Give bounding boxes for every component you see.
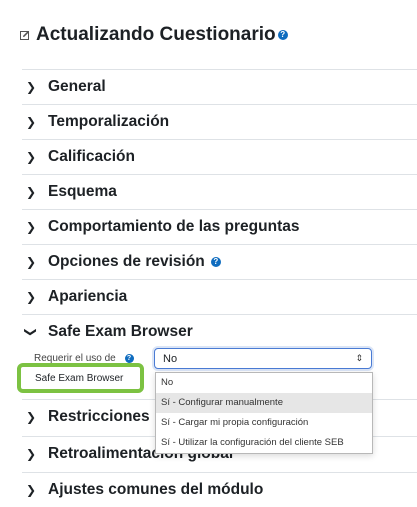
edit-icon [20,30,30,40]
chevron-right-icon: ❯ [25,290,37,304]
dropdown-option[interactable]: No [156,373,372,393]
select-arrows-icon: ⇕ [355,353,363,363]
highlight-label: Safe Exam Browser [35,372,124,384]
highlight-box: Safe Exam Browser [17,363,144,393]
chevron-right-icon: ❯ [25,220,37,234]
dropdown-option[interactable]: Sí - Configurar manualmente [156,393,372,413]
page-title-text: Actualizando Cuestionario [36,24,276,45]
chevron-right-icon: ❯ [25,255,37,269]
chevron-right-icon: ❯ [25,115,37,129]
page-title: Actualizando Cuestionario ? [20,24,288,46]
section-ajustes-comunes[interactable]: ❯ Ajustes comunes del módulo [22,472,417,507]
select-value: No [163,352,178,365]
section-label: Ajustes comunes del módulo [48,481,264,498]
section-label: Temporalización [48,113,170,130]
section-safe-exam-browser[interactable]: ❯ Safe Exam Browser [22,314,417,349]
section-esquema[interactable]: ❯ Esquema [22,174,417,209]
chevron-right-icon: ❯ [25,150,37,164]
seb-select[interactable]: No ⇕ [154,348,372,369]
section-label: Calificación [48,148,135,165]
section-label: Safe Exam Browser [48,323,193,340]
dropdown-option[interactable]: Sí - Utilizar la configuración del clien… [156,433,372,453]
seb-dropdown: No Sí - Configurar manualmente Sí - Carg… [155,372,373,454]
question-circle-icon[interactable]: ? [277,30,288,40]
chevron-right-icon: ❯ [25,185,37,199]
chevron-right-icon: ❯ [25,410,37,424]
section-opciones-revision[interactable]: ❯ Opciones de revisión ? [22,244,417,279]
section-temporalizacion[interactable]: ❯ Temporalización [22,104,417,139]
section-label: Opciones de revisión [48,253,205,270]
section-apariencia[interactable]: ❯ Apariencia [22,279,417,314]
section-comportamiento[interactable]: ❯ Comportamiento de las preguntas [22,209,417,244]
section-label: Comportamiento de las preguntas [48,218,300,235]
chevron-right-icon: ❯ [25,80,37,94]
chevron-right-icon: ❯ [25,483,37,497]
question-circle-icon[interactable]: ? [210,257,221,267]
question-circle-icon[interactable]: ? [124,353,134,363]
section-label: Esquema [48,183,117,200]
chevron-down-icon: ❯ [24,326,38,338]
chevron-right-icon: ❯ [25,447,37,461]
section-label: General [48,78,106,95]
section-general[interactable]: ❯ General [22,69,417,104]
section-calificacion[interactable]: ❯ Calificación [22,139,417,174]
section-label: Restricciones [48,408,150,425]
section-label: Apariencia [48,288,128,305]
dropdown-option[interactable]: Sí - Cargar mi propia configuración [156,413,372,433]
